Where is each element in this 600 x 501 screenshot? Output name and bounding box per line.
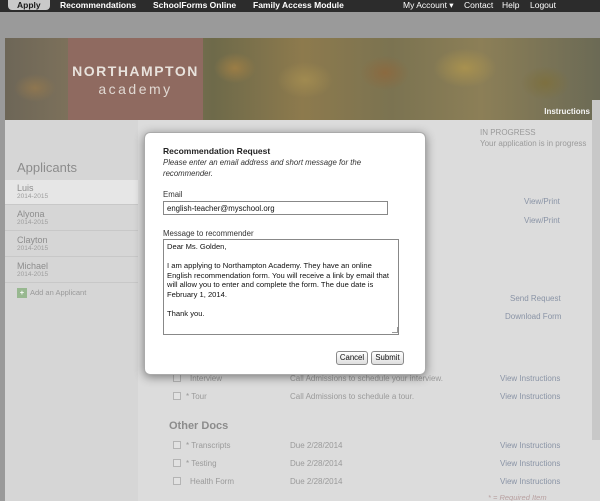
interview-checkbox[interactable] bbox=[173, 374, 181, 382]
applicant-year: 2014-2015 bbox=[17, 193, 49, 200]
testing-checkbox[interactable] bbox=[173, 459, 181, 467]
applicant-name: Clayton bbox=[17, 235, 48, 245]
applicant-name: Michael bbox=[17, 261, 49, 271]
recommendation-request-dialog: Recommendation Request Please enter an e… bbox=[144, 132, 426, 375]
applicant-year: 2014-2015 bbox=[17, 219, 49, 226]
add-applicant-button[interactable]: + Add an Applicant bbox=[17, 288, 86, 298]
view-print-link[interactable]: View/Print bbox=[524, 197, 560, 206]
nav-logout[interactable]: Logout bbox=[530, 0, 556, 11]
applicant-item[interactable]: Alyona 2014-2015 bbox=[5, 206, 138, 231]
interview-label: Interview bbox=[190, 374, 223, 383]
email-label: Email bbox=[163, 190, 183, 199]
applicant-item[interactable]: Michael 2014-2015 bbox=[5, 258, 138, 283]
download-form-link[interactable]: Download Form bbox=[505, 312, 561, 321]
logo-line-1: NORTHAMPTON bbox=[72, 63, 199, 79]
message-label: Message to recommender bbox=[163, 229, 254, 238]
applicant-name: Luis bbox=[17, 183, 34, 193]
nav-recommendations[interactable]: Recommendations bbox=[60, 0, 136, 11]
health-form-checkbox[interactable] bbox=[173, 477, 181, 485]
status-subtitle: Your application is in progress bbox=[480, 139, 587, 148]
nav-schoolforms-online[interactable]: SchoolForms Online bbox=[153, 0, 236, 11]
health-form-due: Due 2/28/2014 bbox=[290, 477, 343, 486]
transcripts-due: Due 2/28/2014 bbox=[290, 441, 343, 450]
nav-contact[interactable]: Contact bbox=[464, 0, 493, 11]
view-instructions-link[interactable]: View Instructions bbox=[500, 459, 560, 468]
testing-label: * Testing bbox=[186, 459, 217, 468]
view-print-link[interactable]: View/Print bbox=[524, 216, 560, 225]
view-instructions-link[interactable]: View Instructions bbox=[500, 441, 560, 450]
tour-checkbox[interactable] bbox=[173, 392, 181, 400]
submit-button[interactable]: Submit bbox=[371, 351, 404, 365]
top-nav: Apply Recommendations SchoolForms Online… bbox=[0, 0, 600, 12]
applicant-year: 2014-2015 bbox=[17, 271, 49, 278]
send-request-link[interactable]: Send Request bbox=[510, 294, 561, 303]
scrollbar[interactable] bbox=[592, 100, 600, 440]
instructions-link[interactable]: Instructions bbox=[544, 107, 590, 116]
testing-due: Due 2/28/2014 bbox=[290, 459, 343, 468]
status-title: IN PROGRESS bbox=[480, 128, 536, 137]
nav-help[interactable]: Help bbox=[502, 0, 519, 11]
transcripts-checkbox[interactable] bbox=[173, 441, 181, 449]
applicant-item[interactable]: Clayton 2014-2015 bbox=[5, 232, 138, 257]
nav-apply-tab[interactable]: Apply bbox=[8, 0, 50, 10]
school-logo: NORTHAMPTON academy bbox=[68, 38, 203, 120]
resize-handle-icon[interactable] bbox=[392, 327, 398, 333]
view-instructions-link[interactable]: View Instructions bbox=[500, 374, 560, 383]
view-instructions-link[interactable]: View Instructions bbox=[500, 392, 560, 401]
required-item-note: * = Required Item bbox=[488, 493, 547, 501]
dialog-subtitle: Please enter an email address and short … bbox=[163, 158, 362, 178]
nav-my-account[interactable]: My Account ▾ bbox=[403, 0, 454, 11]
applicant-item[interactable]: Luis 2014-2015 bbox=[5, 180, 138, 205]
health-form-label: Health Form bbox=[190, 477, 235, 486]
nav-family-access-module[interactable]: Family Access Module bbox=[253, 0, 344, 11]
transcripts-label: * Transcripts bbox=[186, 441, 231, 450]
dialog-title: Recommendation Request bbox=[163, 146, 271, 156]
applicants-heading: Applicants bbox=[17, 160, 77, 175]
school-banner: NORTHAMPTON academy Instructions bbox=[5, 38, 600, 120]
applicant-name: Alyona bbox=[17, 209, 45, 219]
logo-line-2: academy bbox=[98, 81, 173, 97]
applicants-sidebar: Applicants Luis 2014-2015 Alyona 2014-20… bbox=[5, 120, 138, 501]
tour-label: * Tour bbox=[186, 392, 207, 401]
cancel-button[interactable]: Cancel bbox=[336, 351, 368, 365]
applicant-year: 2014-2015 bbox=[17, 245, 49, 252]
email-input[interactable] bbox=[163, 201, 388, 215]
view-instructions-link[interactable]: View Instructions bbox=[500, 477, 560, 486]
other-docs-heading: Other Docs bbox=[169, 420, 229, 432]
interview-description: Call Admissions to schedule your intervi… bbox=[290, 374, 443, 383]
add-applicant-label: Add an Applicant bbox=[30, 288, 87, 297]
tour-description: Call Admissions to schedule a tour. bbox=[290, 392, 415, 401]
plus-icon: + bbox=[17, 288, 27, 298]
message-textarea[interactable]: Dear Ms. Golden, I am applying to Northa… bbox=[163, 239, 399, 335]
